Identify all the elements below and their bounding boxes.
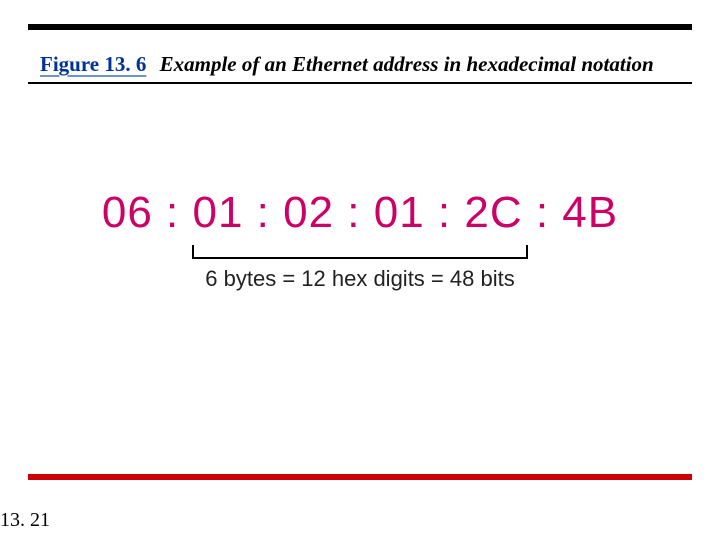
mac-address: 06 : 01 : 02 : 01 : 2C : 4B (0, 188, 720, 238)
rule-top (28, 24, 692, 30)
figure-caption: Figure 13. 6 Example of an Ethernet addr… (40, 52, 680, 77)
page-number: 13. 21 (0, 509, 50, 532)
rule-under-caption (28, 82, 692, 84)
figure-label: Figure 13. 6 (40, 52, 146, 76)
span-bracket (192, 245, 528, 259)
figure-title: Example of an Ethernet address in hexade… (160, 52, 654, 76)
slide-page: Figure 13. 6 Example of an Ethernet addr… (0, 0, 720, 540)
rule-bottom (28, 474, 692, 480)
mac-subcaption: 6 bytes = 12 hex digits = 48 bits (0, 266, 720, 292)
